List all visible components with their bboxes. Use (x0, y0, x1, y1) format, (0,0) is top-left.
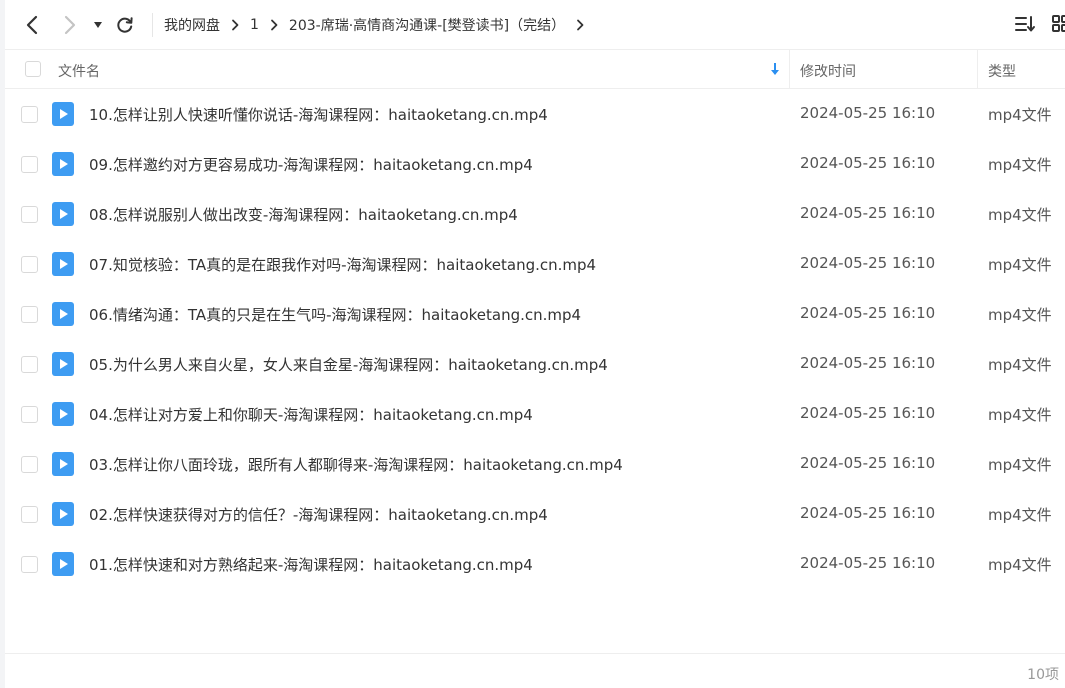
file-modified-time: 2024-05-25 16:10 (800, 204, 936, 222)
video-file-icon (52, 352, 74, 376)
sort-list-icon (1015, 16, 1035, 32)
breadcrumb: 我的网盘 1 203-席瑞·高情商沟通课-[樊登读书]（完结） (164, 0, 595, 50)
row-checkbox[interactable] (21, 156, 38, 173)
row-checkbox[interactable] (21, 206, 38, 223)
row-checkbox[interactable] (21, 356, 38, 373)
file-modified-time: 2024-05-25 16:10 (800, 304, 936, 322)
caret-down-icon (94, 21, 102, 28)
file-modified-time: 2024-05-25 16:10 (800, 104, 936, 122)
column-header-name[interactable]: 文件名 (58, 61, 100, 81)
row-checkbox[interactable] (21, 556, 38, 573)
file-name[interactable]: 02.怎样快速获得对方的信任？-海淘课程网：haitaoketang.cn.mp… (89, 504, 548, 525)
history-dropdown-button[interactable] (91, 10, 105, 40)
row-checkbox[interactable] (21, 256, 38, 273)
breadcrumb-separator-icon (270, 19, 278, 31)
file-modified-time: 2024-05-25 16:10 (800, 554, 936, 572)
chevron-left-icon (26, 15, 38, 34)
select-all-checkbox[interactable] (25, 61, 41, 77)
file-type: mp4文件 (988, 306, 1052, 324)
row-checkbox[interactable] (21, 456, 38, 473)
file-modified-time: 2024-05-25 16:10 (800, 504, 936, 522)
file-modified-time: 2024-05-25 16:10 (800, 154, 936, 172)
file-type: mp4文件 (988, 156, 1052, 174)
breadcrumb-separator-icon (231, 19, 239, 31)
breadcrumb-expand-icon[interactable] (576, 19, 584, 31)
file-name[interactable]: 05.为什么男人来自火星，女人来自金星-海淘课程网：haitaoketang.c… (89, 354, 608, 375)
file-row[interactable]: 07.知觉核验：TA真的是在跟我作对吗-海淘课程网：haitaoketang.c… (5, 239, 1065, 289)
video-file-icon (52, 502, 74, 526)
file-row[interactable]: 05.为什么男人来自火星，女人来自金星-海淘课程网：haitaoketang.c… (5, 339, 1065, 389)
file-type: mp4文件 (988, 106, 1052, 124)
file-type: mp4文件 (988, 356, 1052, 374)
file-name[interactable]: 06.情绪沟通：TA真的只是在生气吗-海淘课程网：haitaoketang.cn… (89, 304, 581, 325)
forward-button[interactable] (57, 10, 83, 40)
file-list-header: 文件名 修改时间 类型 (5, 50, 1065, 89)
breadcrumb-item-folder-1[interactable]: 1 (250, 17, 259, 33)
video-file-icon (52, 452, 74, 476)
refresh-button[interactable] (113, 10, 137, 40)
row-checkbox[interactable] (21, 406, 38, 423)
file-row[interactable]: 08.怎样说服别人做出改变-海淘课程网：haitaoketang.cn.mp4 … (5, 189, 1065, 239)
file-name[interactable]: 07.知觉核验：TA真的是在跟我作对吗-海淘课程网：haitaoketang.c… (89, 254, 596, 275)
file-type: mp4文件 (988, 206, 1052, 224)
video-file-icon (52, 152, 74, 176)
column-header-modified[interactable]: 修改时间 (800, 61, 856, 81)
file-modified-time: 2024-05-25 16:10 (800, 404, 936, 422)
file-type: mp4文件 (988, 506, 1052, 524)
file-modified-time: 2024-05-25 16:10 (800, 454, 936, 472)
item-count: 10项 (1027, 667, 1059, 683)
grid-view-button[interactable] (1051, 14, 1065, 38)
column-divider[interactable] (977, 50, 978, 89)
file-name[interactable]: 04.怎样让对方爱上和你聊天-海淘课程网：haitaoketang.cn.mp4 (89, 404, 533, 425)
sort-button[interactable] (1014, 14, 1036, 38)
footer-divider (5, 653, 1065, 654)
grid-view-icon (1052, 15, 1065, 32)
toolbar-divider (152, 13, 153, 37)
file-type: mp4文件 (988, 256, 1052, 274)
sort-down-arrow-icon[interactable] (769, 61, 781, 81)
file-name[interactable]: 10.怎样让别人快速听懂你说话-海淘课程网：haitaoketang.cn.mp… (89, 104, 548, 125)
file-type: mp4文件 (988, 556, 1052, 574)
video-file-icon (52, 402, 74, 426)
video-file-icon (52, 202, 74, 226)
row-checkbox[interactable] (21, 306, 38, 323)
refresh-icon (117, 16, 133, 33)
chevron-right-icon (64, 15, 76, 34)
file-row[interactable]: 02.怎样快速获得对方的信任？-海淘课程网：haitaoketang.cn.mp… (5, 489, 1065, 539)
column-header-type[interactable]: 类型 (988, 61, 1016, 81)
file-name[interactable]: 03.怎样让你八面玲珑，跟所有人都聊得来-海淘课程网：haitaoketang.… (89, 454, 623, 475)
video-file-icon (52, 252, 74, 276)
file-name[interactable]: 01.怎样快速和对方熟络起来-海淘课程网：haitaoketang.cn.mp4 (89, 554, 533, 575)
back-button[interactable] (19, 10, 45, 40)
file-type: mp4文件 (988, 406, 1052, 424)
column-divider[interactable] (789, 50, 790, 89)
row-checkbox[interactable] (21, 506, 38, 523)
file-row[interactable]: 09.怎样邀约对方更容易成功-海淘课程网：haitaoketang.cn.mp4… (5, 139, 1065, 189)
file-list: 10.怎样让别人快速听懂你说话-海淘课程网：haitaoketang.cn.mp… (5, 89, 1065, 589)
file-row[interactable]: 10.怎样让别人快速听懂你说话-海淘课程网：haitaoketang.cn.mp… (5, 89, 1065, 139)
row-checkbox[interactable] (21, 106, 38, 123)
file-type: mp4文件 (988, 456, 1052, 474)
file-name[interactable]: 08.怎样说服别人做出改变-海淘课程网：haitaoketang.cn.mp4 (89, 204, 518, 225)
video-file-icon (52, 302, 74, 326)
breadcrumb-item-current[interactable]: 203-席瑞·高情商沟通课-[樊登读书]（完结） (289, 15, 565, 35)
file-row[interactable]: 06.情绪沟通：TA真的只是在生气吗-海淘课程网：haitaoketang.cn… (5, 289, 1065, 339)
video-file-icon (52, 552, 74, 576)
breadcrumb-item-root[interactable]: 我的网盘 (164, 15, 220, 35)
file-modified-time: 2024-05-25 16:10 (800, 254, 936, 272)
video-file-icon (52, 102, 74, 126)
file-row[interactable]: 03.怎样让你八面玲珑，跟所有人都聊得来-海淘课程网：haitaoketang.… (5, 439, 1065, 489)
toolbar: 我的网盘 1 203-席瑞·高情商沟通课-[樊登读书]（完结） (5, 0, 1065, 50)
file-name[interactable]: 09.怎样邀约对方更容易成功-海淘课程网：haitaoketang.cn.mp4 (89, 154, 533, 175)
file-modified-time: 2024-05-25 16:10 (800, 354, 936, 372)
file-row[interactable]: 01.怎样快速和对方熟络起来-海淘课程网：haitaoketang.cn.mp4… (5, 539, 1065, 589)
file-row[interactable]: 04.怎样让对方爱上和你聊天-海淘课程网：haitaoketang.cn.mp4… (5, 389, 1065, 439)
